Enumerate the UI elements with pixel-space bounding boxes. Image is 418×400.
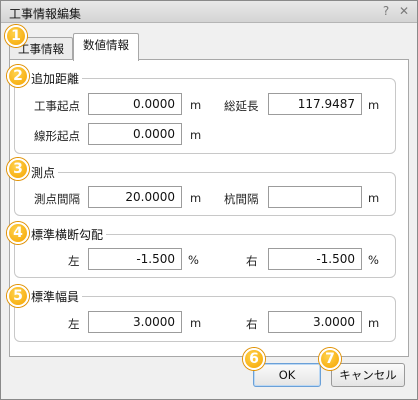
linear-start-field[interactable]: 0.0000 — [88, 123, 182, 145]
start-point-field[interactable]: 0.0000 — [88, 93, 182, 115]
total-length-unit: m — [368, 98, 380, 112]
total-length-field[interactable]: 117.9487 — [268, 93, 362, 115]
width-right-unit: m — [368, 316, 380, 330]
title-bar[interactable]: 工事情報編集 ? ✕ — [1, 1, 417, 23]
tab-numeric-info[interactable]: 数値情報 — [73, 33, 139, 61]
total-length-label: 総延長 — [224, 99, 259, 113]
slope-left-field[interactable]: -1.500 — [88, 248, 182, 270]
group-legend-additional-distance: 追加距離 — [28, 70, 83, 87]
linear-start-label: 線形起点 — [34, 129, 80, 143]
width-right-label: 右 — [246, 317, 258, 331]
width-left-field[interactable]: 3.0000 — [88, 311, 182, 333]
slope-right-field[interactable]: -1.500 — [268, 248, 362, 270]
slope-left-label: 左 — [68, 254, 80, 268]
annotation-badge-4: 4 — [7, 222, 29, 244]
slope-right-unit: % — [368, 253, 379, 267]
annotation-badge-7: 7 — [319, 348, 341, 370]
help-icon[interactable]: ? — [379, 4, 393, 18]
annotation-badge-6: 6 — [243, 348, 265, 370]
group-legend-survey-points: 測点 — [28, 164, 59, 181]
slope-left-unit: % — [188, 253, 199, 267]
group-legend-width: 標準幅員 — [28, 288, 83, 305]
width-left-unit: m — [190, 316, 202, 330]
survey-interval-field[interactable]: 20.0000 — [88, 186, 182, 208]
start-point-unit: m — [190, 98, 202, 112]
stake-interval-unit: m — [368, 191, 380, 205]
group-legend-cross-slope: 標準横断勾配 — [28, 226, 107, 243]
linear-start-unit: m — [190, 128, 202, 142]
annotation-badge-5: 5 — [7, 285, 29, 307]
tab-panel: 追加距離 工事起点 0.0000 m 総延長 117.9487 m 線形起点 0… — [9, 59, 409, 357]
dialog-window: 工事情報編集 ? ✕ 工事情報 数値情報 追加距離 工事起点 0.0000 m … — [0, 0, 418, 400]
start-point-label: 工事起点 — [34, 99, 80, 113]
stake-interval-label: 杭間隔 — [224, 192, 259, 206]
annotation-badge-3: 3 — [7, 158, 29, 180]
survey-interval-label: 測点間隔 — [34, 192, 80, 206]
width-right-field[interactable]: 3.0000 — [268, 311, 362, 333]
survey-interval-unit: m — [190, 191, 202, 205]
slope-right-label: 右 — [246, 254, 258, 268]
close-icon[interactable]: ✕ — [397, 4, 411, 18]
annotation-badge-2: 2 — [7, 65, 29, 87]
dialog-title: 工事情報編集 — [9, 7, 82, 21]
ok-button[interactable]: OK — [253, 363, 321, 387]
cancel-button[interactable]: キャンセル — [331, 363, 405, 387]
width-left-label: 左 — [68, 317, 80, 331]
stake-interval-field[interactable] — [268, 186, 362, 208]
annotation-badge-1: 1 — [5, 25, 27, 47]
